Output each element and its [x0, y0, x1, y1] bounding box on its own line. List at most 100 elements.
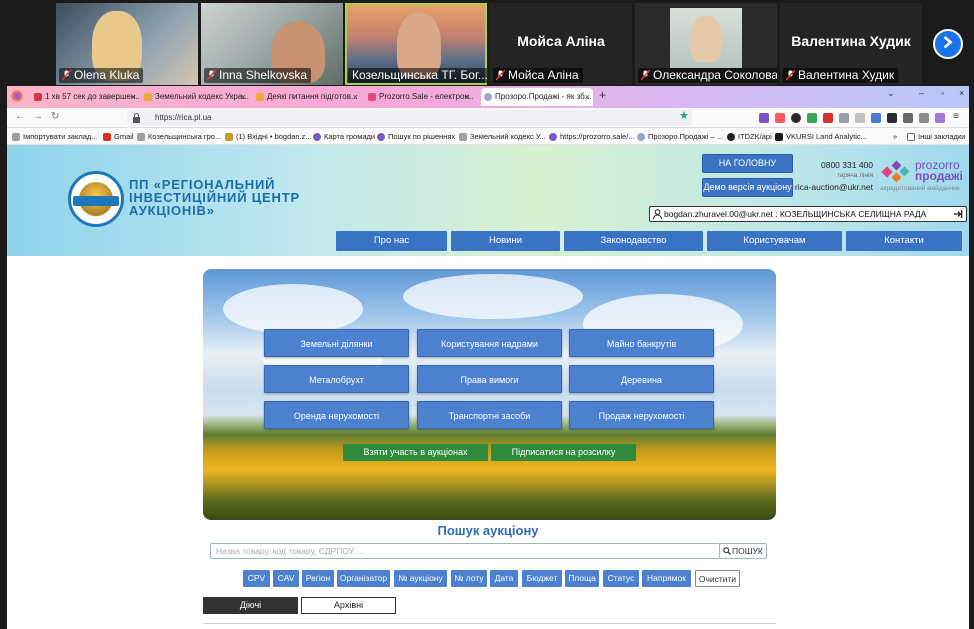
- tab-favicon: [368, 93, 376, 101]
- next-participants-button[interactable]: [933, 29, 963, 59]
- extension-icon[interactable]: [807, 113, 817, 123]
- category-claims[interactable]: Права вимоги: [417, 365, 562, 393]
- bookmark-item[interactable]: Прозоро.Продажі – ...: [637, 130, 723, 143]
- tab-list-icon[interactable]: ⌄: [887, 88, 895, 99]
- close-icon[interactable]: ×: [241, 88, 246, 106]
- extension-icon[interactable]: [935, 113, 945, 123]
- filter-auction-number[interactable]: № аукціону: [394, 570, 447, 587]
- extension-icon[interactable]: [823, 113, 833, 123]
- extension-icon[interactable]: [871, 113, 881, 123]
- category-vehicles[interactable]: Транспортні засоби: [417, 401, 562, 429]
- bookmark-item[interactable]: Карта громади: [313, 130, 375, 143]
- minimize-icon[interactable]: –: [919, 88, 924, 98]
- lock-icon: [133, 113, 140, 123]
- category-timber[interactable]: Деревина: [569, 365, 714, 393]
- video-tile-3[interactable]: Козельщинська ТГ. Бог...: [345, 3, 487, 85]
- filter-lot-number[interactable]: № лоту: [451, 570, 487, 587]
- category-land[interactable]: Земельні ділянки: [264, 329, 409, 357]
- filter-organizer[interactable]: Організатор: [337, 570, 390, 587]
- menu-users[interactable]: Користувачам: [707, 231, 842, 251]
- window-close-icon[interactable]: ×: [959, 88, 964, 98]
- category-scrap[interactable]: Металобрухт: [264, 365, 409, 393]
- filter-direction[interactable]: Напрямок: [642, 570, 691, 587]
- forward-icon[interactable]: →: [33, 111, 43, 122]
- participant-name: Inna Shelkovska: [204, 68, 312, 83]
- category-bankrupt[interactable]: Майно банкрутів: [569, 329, 714, 357]
- filter-budget[interactable]: Бюджет: [522, 570, 562, 587]
- tab-archived-auctions[interactable]: Архівні: [301, 597, 396, 614]
- maximize-icon[interactable]: ▫: [941, 88, 944, 98]
- tab-2[interactable]: Земельний кодекс Укра... ×: [141, 88, 249, 106]
- tab-active-auctions[interactable]: Діючі: [203, 597, 298, 614]
- extension-icon[interactable]: [839, 113, 849, 123]
- contact-email[interactable]: rica-auction@ukr.net: [777, 182, 873, 192]
- close-icon[interactable]: ×: [353, 88, 358, 106]
- extension-icon[interactable]: [903, 113, 913, 123]
- url-bar[interactable]: https://rica.pl.ua: [127, 110, 692, 126]
- category-subsoil[interactable]: Користування надрами: [417, 329, 562, 357]
- tab-5-active[interactable]: Прозоро.Продажі - як зб... ×: [481, 88, 593, 106]
- video-tile-4[interactable]: Мойса Аліна Мойса Аліна: [490, 3, 632, 85]
- video-tile-1[interactable]: Olena Kluka: [56, 3, 198, 85]
- video-tile-5[interactable]: Олександра Соколова: [635, 3, 777, 85]
- menu-legislation[interactable]: Законодавство: [564, 231, 703, 251]
- search-button[interactable]: ПОШУК: [719, 543, 767, 559]
- bookmark-item[interactable]: Пошук по рішеннях: [377, 130, 455, 143]
- firefox-icon[interactable]: [11, 90, 23, 102]
- filter-region[interactable]: Регіон: [302, 570, 334, 587]
- filter-cav[interactable]: CAV: [273, 570, 299, 587]
- menu-about[interactable]: Про нас: [336, 231, 447, 251]
- bookmark-item[interactable]: https://prozorro.sale/...: [549, 130, 635, 143]
- home-button[interactable]: НА ГОЛОВНУ: [702, 154, 793, 173]
- participant-video: [670, 8, 742, 68]
- extension-icon[interactable]: [887, 113, 897, 123]
- close-icon[interactable]: ×: [585, 88, 590, 106]
- extension-icon[interactable]: [791, 113, 801, 123]
- new-tab-button[interactable]: +: [599, 88, 606, 102]
- category-realty-sale[interactable]: Продаж нерухомості: [569, 401, 714, 429]
- participant-name: Мойса Аліна: [493, 68, 583, 83]
- category-rent[interactable]: Оренда нерухомості: [264, 401, 409, 429]
- search-input[interactable]: Назва товару, код товару, ЄДРПОУ ...: [210, 543, 720, 559]
- clear-filters-button[interactable]: Очистити: [695, 570, 740, 587]
- filter-status[interactable]: Статус: [603, 570, 639, 587]
- video-tile-2[interactable]: Inna Shelkovska: [201, 3, 343, 85]
- extension-icon[interactable]: [759, 113, 769, 123]
- bookmark-folder[interactable]: Інші закладки: [907, 130, 965, 143]
- bookmark-item[interactable]: Земельний кодекс У...: [459, 130, 546, 143]
- tab-label: 1 хв 57 сек до завершен...: [45, 92, 139, 101]
- bookmarks-overflow[interactable]: »: [893, 130, 897, 143]
- video-tile-6[interactable]: Валентина Худик Валентина Худик: [780, 3, 922, 85]
- filter-area[interactable]: Площа: [565, 570, 599, 587]
- tab-3[interactable]: Деякі питання підготов... ×: [253, 88, 361, 106]
- close-icon[interactable]: ×: [465, 88, 470, 106]
- extension-icon[interactable]: [775, 113, 785, 123]
- extension-icon[interactable]: [919, 113, 929, 123]
- close-icon[interactable]: ×: [131, 88, 136, 106]
- bookmark-star-icon[interactable]: ★: [679, 109, 689, 122]
- bookmark-item[interactable]: VKURSI Land Analytic...: [775, 130, 867, 143]
- participant-name: Olena Kluka: [59, 68, 144, 83]
- menu-contacts[interactable]: Контакти: [846, 231, 962, 251]
- tab-4[interactable]: Prozorro.Sale - електрон... ×: [365, 88, 473, 106]
- subscribe-button[interactable]: Підписатися на розсилку: [491, 444, 636, 461]
- tab-1[interactable]: 1 хв 57 сек до завершен... ×: [31, 88, 139, 106]
- extension-icon[interactable]: [855, 113, 865, 123]
- site-logo[interactable]: [68, 171, 124, 227]
- bookmark-item[interactable]: (1) Вхідні • bogdan.z...: [225, 130, 312, 143]
- user-account-bar[interactable]: bogdan.zhuravel.00@ukr.net : КОЗЕЛЬЩИНСЬ…: [649, 206, 967, 222]
- logout-icon[interactable]: [953, 209, 963, 219]
- bookmark-item[interactable]: Gmail: [103, 130, 134, 143]
- search-title: Пошук аукціону: [437, 523, 539, 538]
- reload-icon[interactable]: ↻: [51, 111, 59, 122]
- filter-date[interactable]: Дата: [490, 570, 518, 587]
- menu-icon[interactable]: ≡: [953, 111, 959, 122]
- back-icon[interactable]: ←: [15, 111, 25, 122]
- menu-news[interactable]: Новини: [451, 231, 560, 251]
- bookmark-item[interactable]: Імпортувати заклад...: [12, 130, 98, 143]
- bookmark-item[interactable]: ITDZK/api: [727, 130, 772, 143]
- filter-cpv[interactable]: CPV: [243, 570, 270, 587]
- bookmark-item[interactable]: Козельщинська гро...: [137, 130, 221, 143]
- bookmarks-bar: Імпортувати заклад... Gmail Козельщинськ…: [7, 128, 969, 145]
- participate-button[interactable]: Взяти участь в аукціонах: [343, 444, 488, 461]
